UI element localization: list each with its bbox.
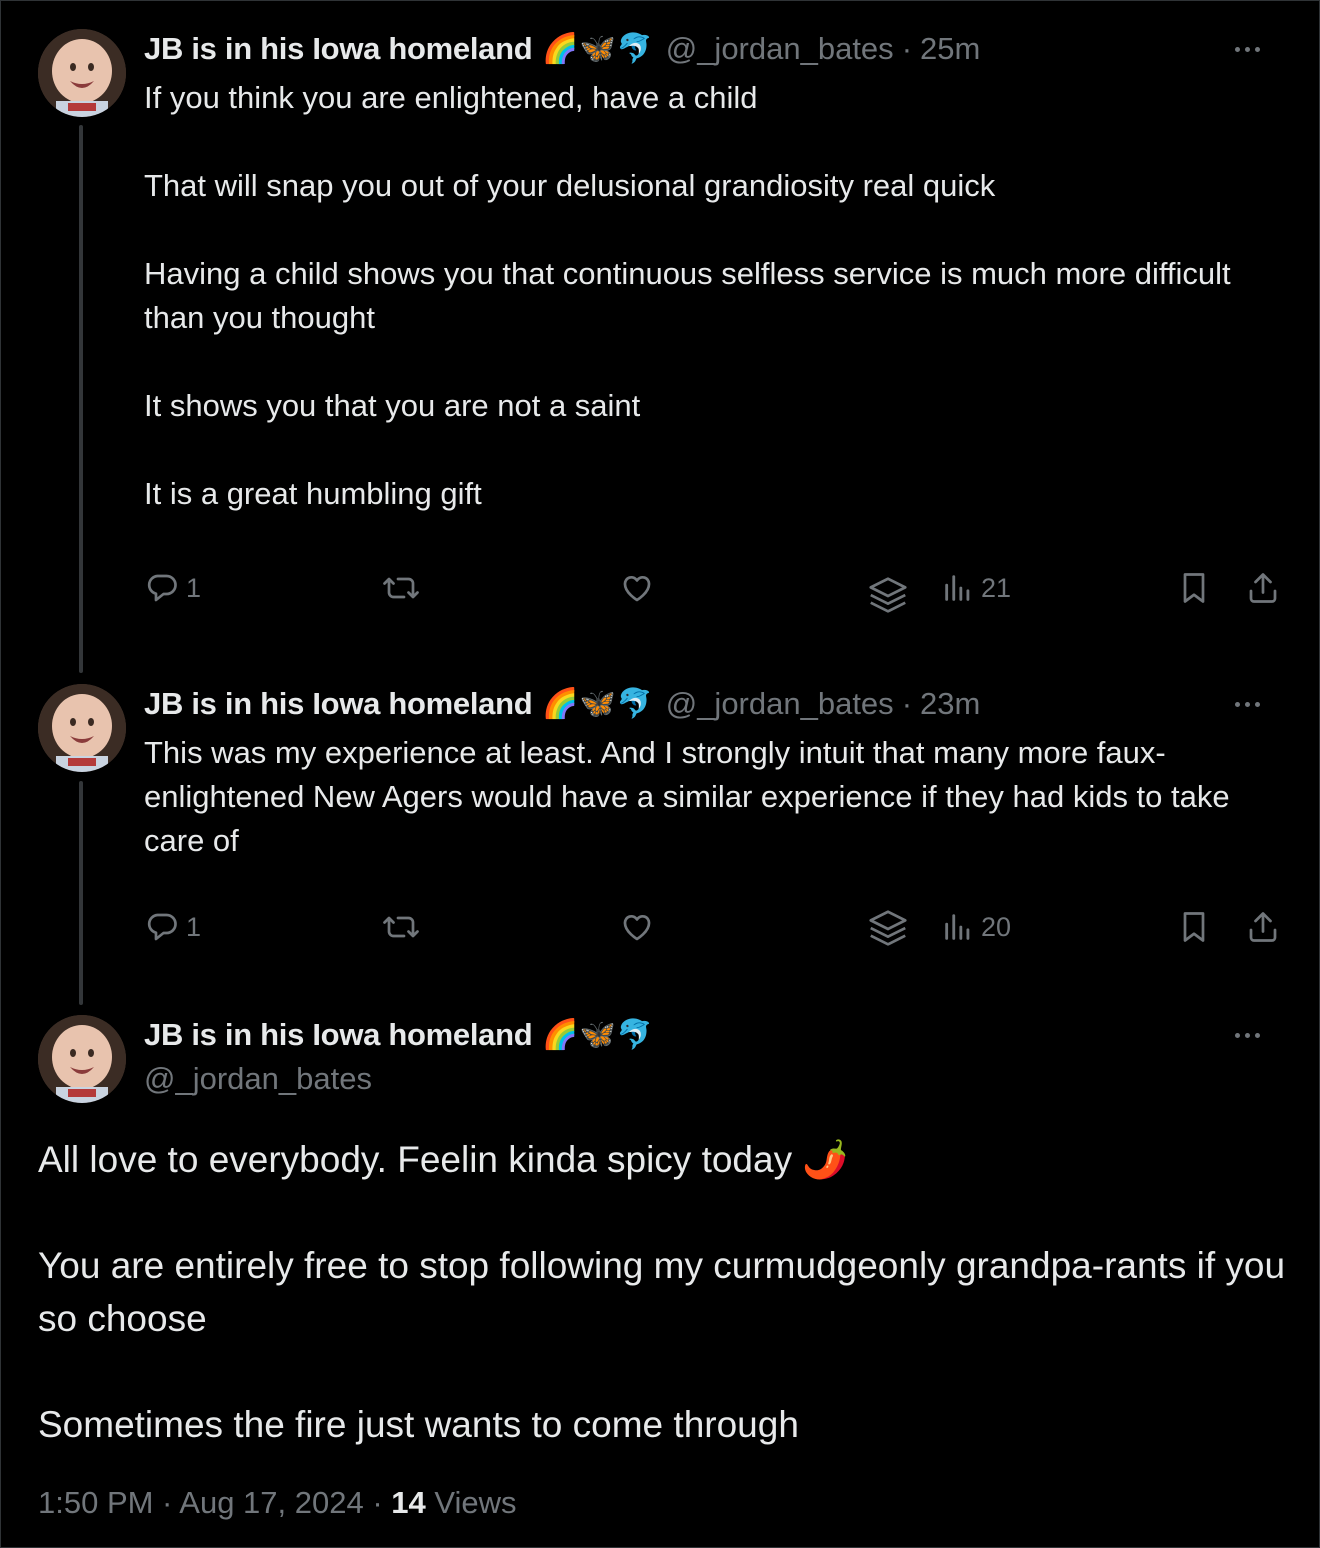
share-button[interactable] [1245,563,1281,613]
grok-button[interactable] [865,571,911,621]
separator: · [901,686,913,721]
share-icon [1249,912,1277,942]
reply-count: 1 [186,572,202,603]
main-tweet-text: All love to everybody. Feelin kinda spic… [38,1133,1288,1451]
reply-button[interactable]: 1 [144,902,201,952]
like-button[interactable] [619,563,655,613]
views-button[interactable]: 21 [941,563,1011,613]
bar-chart-icon [945,914,970,940]
layers-icon [869,577,907,613]
reply-count: 1 [186,911,202,942]
handle[interactable]: @_jordan_bates [666,686,894,722]
views-count: 20 [981,911,1012,942]
tweet-header: JB is in his Iowa homeland 🌈🦋🐬 [144,1013,666,1057]
heart-icon [623,576,651,602]
tweet-paragraph: All love to everybody. Feelin kinda spic… [38,1139,849,1180]
retweet-button[interactable] [381,563,421,613]
display-name[interactable]: JB is in his Iowa homeland [144,686,533,722]
thread-connector [79,781,83,1005]
handle-row: @_jordan_bates [144,1057,372,1101]
more-dots-icon[interactable] [1227,34,1267,64]
tweet-header: JB is in his Iowa homeland 🌈🦋🐬 @_jordan_… [144,27,980,71]
tweet-paragraph: It shows you that you are not a saint [144,388,641,423]
retweet-icon [383,577,419,599]
avatar[interactable] [38,29,126,117]
views-button[interactable]: 20 [941,902,1011,952]
share-button[interactable] [1245,902,1281,952]
action-bar: 1 20 [1,902,1320,952]
bookmark-button[interactable] [1176,902,1212,952]
views-count: 14 [391,1485,426,1520]
more-dots-icon[interactable] [1227,1020,1267,1050]
tweet-paragraph: Sometimes the fire just wants to come th… [38,1404,799,1445]
tweet-header: JB is in his Iowa homeland 🌈🦋🐬 @_jordan_… [144,682,980,726]
tweet-paragraph: This was my experience at least. And I s… [144,735,1230,858]
share-icon [1249,573,1277,603]
tweet-paragraph: Having a child shows you that continuous… [144,256,1231,335]
handle[interactable]: @_jordan_bates [666,31,894,67]
display-name[interactable]: JB is in his Iowa homeland [144,31,533,67]
retweet-button[interactable] [381,902,421,952]
more-dots-icon[interactable] [1227,689,1267,719]
tweet-text: If you think you are enlightened, have a… [144,76,1274,516]
tweet-paragraph: That will snap you out of your delusiona… [144,168,996,203]
name-emoji-badges: 🌈🦋🐬 [542,688,654,720]
layers-icon [869,910,907,946]
handle[interactable]: @_jordan_bates [144,1061,372,1097]
views-label: Views [434,1485,517,1520]
timestamp[interactable]: 25m [920,31,980,67]
tweet-paragraph: You are entirely free to stop following … [38,1245,1286,1339]
avatar[interactable] [38,684,126,772]
bar-chart-icon [945,575,970,601]
bookmark-icon [1183,912,1205,942]
display-name[interactable]: JB is in his Iowa homeland [144,1017,533,1053]
tweet-text: This was my experience at least. And I s… [144,731,1274,863]
like-button[interactable] [619,902,655,952]
thread-container: JB is in his Iowa homeland 🌈🦋🐬 @_jordan_… [0,0,1320,1548]
heart-icon [623,915,651,941]
bookmark-button[interactable] [1176,563,1212,613]
bookmark-icon [1183,573,1205,603]
name-emoji-badges: 🌈🦋🐬 [542,33,654,65]
reply-icon [147,574,177,602]
separator: · [901,31,913,66]
tweet-paragraph: It is a great humbling gift [144,476,482,511]
grok-button[interactable] [865,904,911,954]
tweet-paragraph: If you think you are enlightened, have a… [144,80,758,115]
timestamp[interactable]: 23m [920,686,980,722]
action-bar: 1 21 [1,563,1320,613]
views-count: 21 [981,572,1012,603]
retweet-icon [383,916,419,938]
avatar[interactable] [38,1015,126,1103]
reply-button[interactable]: 1 [144,563,201,613]
post-timestamp[interactable]: 1:50 PM · Aug 17, 2024 · [38,1485,383,1520]
tweet-meta: 1:50 PM · Aug 17, 2024 · 14 Views [38,1485,517,1521]
name-emoji-badges: 🌈🦋🐬 [542,1019,654,1051]
reply-icon [147,913,177,941]
